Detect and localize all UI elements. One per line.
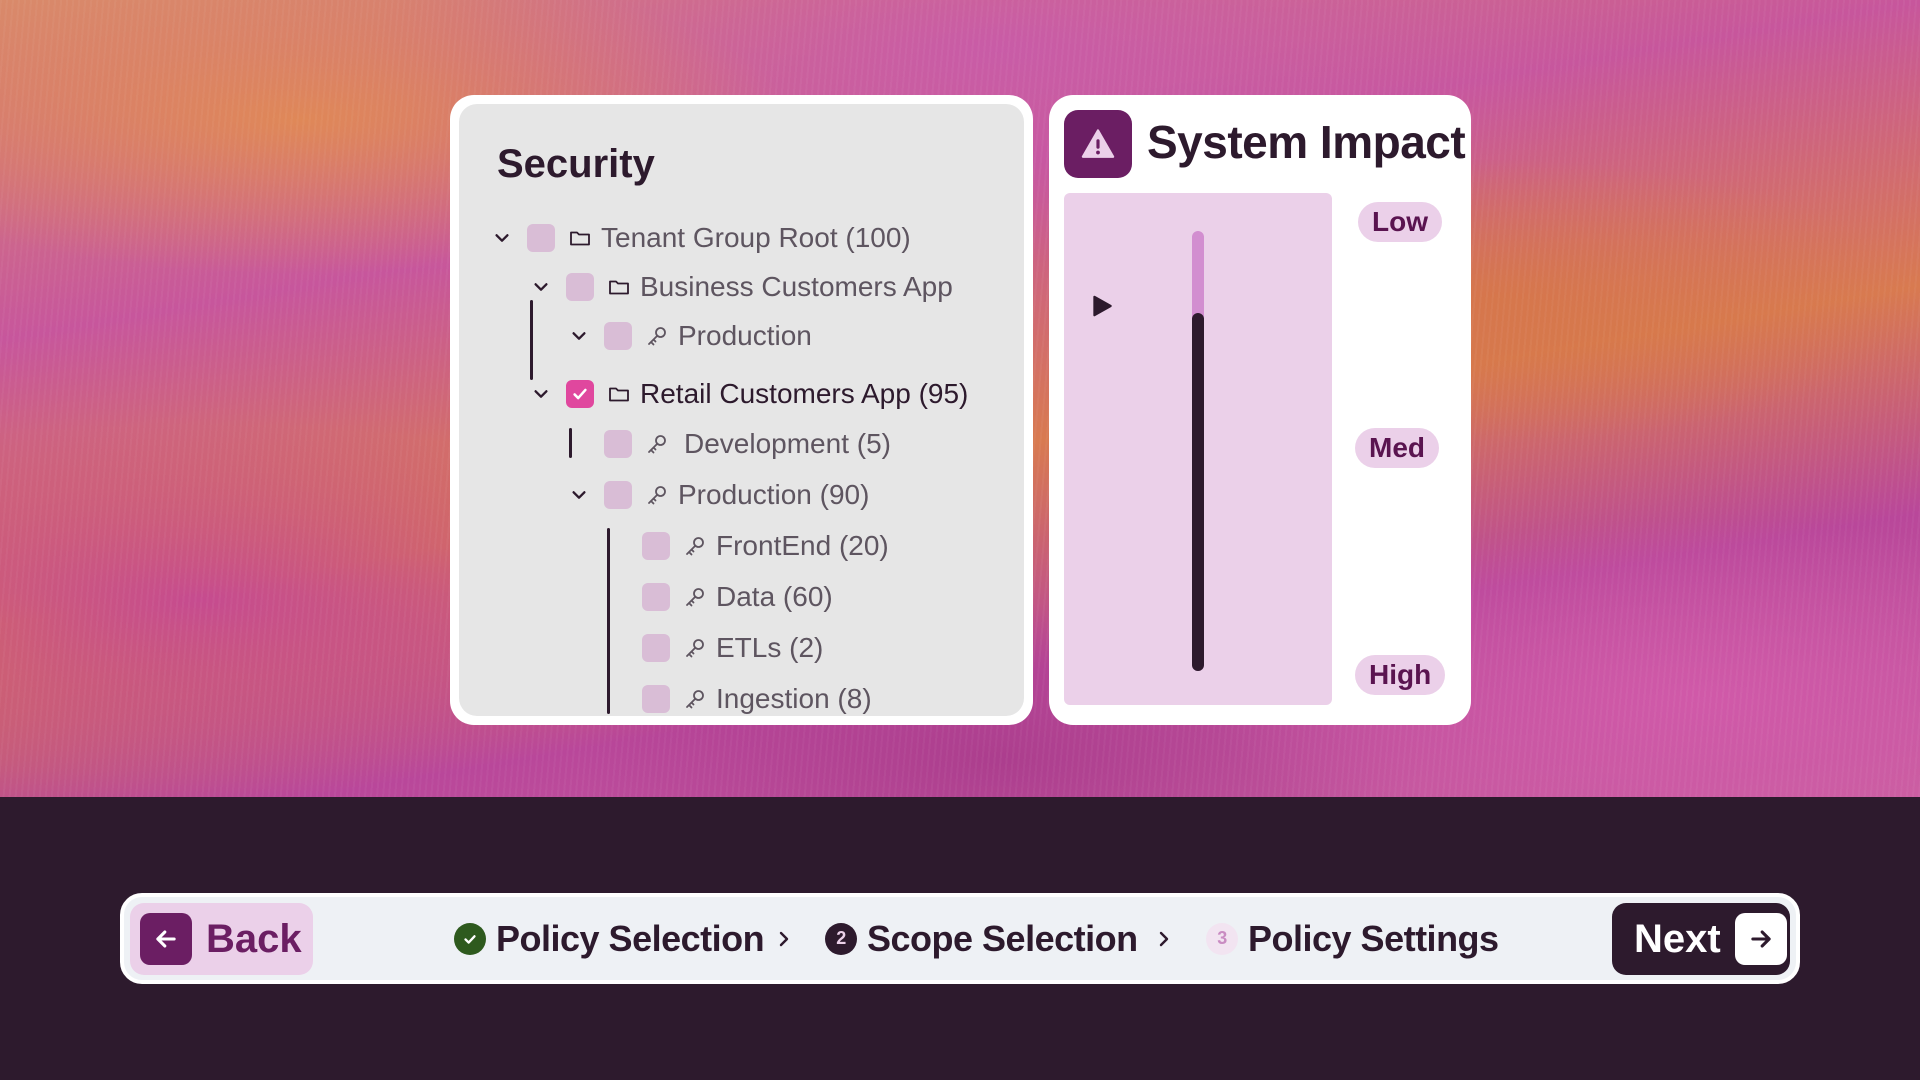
tree-item-label: Data (60)	[716, 581, 833, 612]
arrow-left-icon	[140, 913, 192, 965]
checkbox[interactable]	[566, 273, 594, 301]
folder-icon	[606, 381, 632, 407]
folder-icon	[567, 225, 593, 251]
impact-slider[interactable]	[1064, 193, 1332, 705]
checkmark-icon	[573, 388, 587, 400]
chevron-down-icon[interactable]	[568, 325, 590, 347]
checkbox[interactable]	[604, 322, 632, 350]
checkbox[interactable]	[642, 532, 670, 560]
tree-item[interactable]: Retail Customers App (95)	[530, 372, 968, 416]
tree-item[interactable]: Ingestion (8)	[642, 677, 872, 716]
chevron-right-icon	[1154, 897, 1174, 980]
slider-fill	[1192, 313, 1204, 671]
tree-item-label: Tenant Group Root (100)	[601, 222, 911, 253]
checkbox[interactable]	[527, 224, 555, 252]
key-icon	[682, 635, 708, 661]
step-number-badge: 2	[825, 922, 857, 955]
tree-item[interactable]: Data (60)	[642, 575, 833, 619]
checkbox[interactable]	[642, 685, 670, 713]
security-title: Security	[497, 142, 655, 186]
tree-item-label: ETLs (2)	[716, 632, 824, 663]
step-label: Policy Settings	[1248, 917, 1499, 959]
checkbox[interactable]	[604, 430, 632, 458]
tree-item[interactable]: FrontEnd (20)	[642, 524, 889, 568]
tree-item-label: FrontEnd (20)	[716, 530, 889, 561]
key-icon	[682, 584, 708, 610]
impact-title: System Impact	[1147, 116, 1466, 168]
step-label: Policy Selection	[496, 917, 765, 959]
arrow-right-icon	[1734, 913, 1787, 965]
key-icon	[682, 686, 708, 712]
tree-item-label: Business Customers App	[640, 271, 953, 302]
key-icon	[682, 533, 708, 559]
step-policy-selection[interactable]: Policy Selection	[454, 897, 765, 980]
checkbox[interactable]	[604, 481, 632, 509]
next-button[interactable]: Next	[1612, 903, 1790, 975]
next-button-label: Next	[1634, 916, 1721, 961]
check-circle-icon	[454, 922, 486, 955]
tree-item-label: Retail Customers App (95)	[640, 378, 969, 409]
key-icon	[644, 323, 670, 349]
tree-item[interactable]: ETLs (2)	[642, 626, 823, 670]
tree-item[interactable]: Business Customers App	[530, 265, 953, 309]
tree-connector	[530, 300, 533, 380]
checkbox[interactable]	[642, 583, 670, 611]
step-number-badge: 3	[1206, 922, 1238, 955]
tree-connector	[569, 428, 572, 458]
security-panel: Security Tenant Group Root (100) Busines…	[450, 95, 1033, 725]
system-impact-panel: System Impact Low Med High	[1049, 95, 1471, 725]
back-button[interactable]: Back	[130, 903, 313, 975]
checkbox[interactable]	[642, 634, 670, 662]
chevron-right-icon	[774, 897, 794, 980]
chevron-down-icon[interactable]	[530, 276, 552, 298]
warning-icon	[1064, 110, 1132, 178]
tree-item[interactable]: Tenant Group Root (100)	[491, 216, 911, 260]
back-button-label: Back	[206, 916, 302, 961]
step-scope-selection[interactable]: 2 Scope Selection	[825, 897, 1138, 980]
tree-item-label: Production	[678, 320, 812, 351]
tree-item[interactable]: Production	[568, 314, 812, 358]
security-tree-container: Security Tenant Group Root (100) Busines…	[459, 104, 1024, 716]
chevron-down-icon[interactable]	[530, 383, 552, 405]
level-med-badge: Med	[1355, 428, 1439, 468]
step-policy-settings[interactable]: 3 Policy Settings	[1206, 897, 1499, 980]
folder-icon	[606, 274, 632, 300]
tree-connector	[607, 528, 610, 714]
tree-item-label: Development (5)	[684, 428, 891, 459]
wizard-navigation: Back Policy Selection 2 Scope Selection …	[120, 893, 1800, 984]
level-low-badge: Low	[1358, 202, 1442, 242]
key-icon	[644, 482, 670, 508]
checkbox-checked[interactable]	[566, 380, 594, 408]
tree-item[interactable]: Production (90)	[568, 473, 869, 517]
tree-item[interactable]: Development (5)	[604, 422, 891, 466]
play-pointer-icon[interactable]	[1089, 293, 1115, 319]
level-high-badge: High	[1355, 655, 1446, 695]
tree-item-label: Ingestion (8)	[716, 683, 872, 714]
chevron-down-icon[interactable]	[568, 484, 590, 506]
key-icon	[644, 431, 670, 457]
chevron-down-icon[interactable]	[491, 227, 513, 249]
step-label: Scope Selection	[867, 917, 1138, 959]
tree-item-label: Production (90)	[678, 479, 870, 510]
